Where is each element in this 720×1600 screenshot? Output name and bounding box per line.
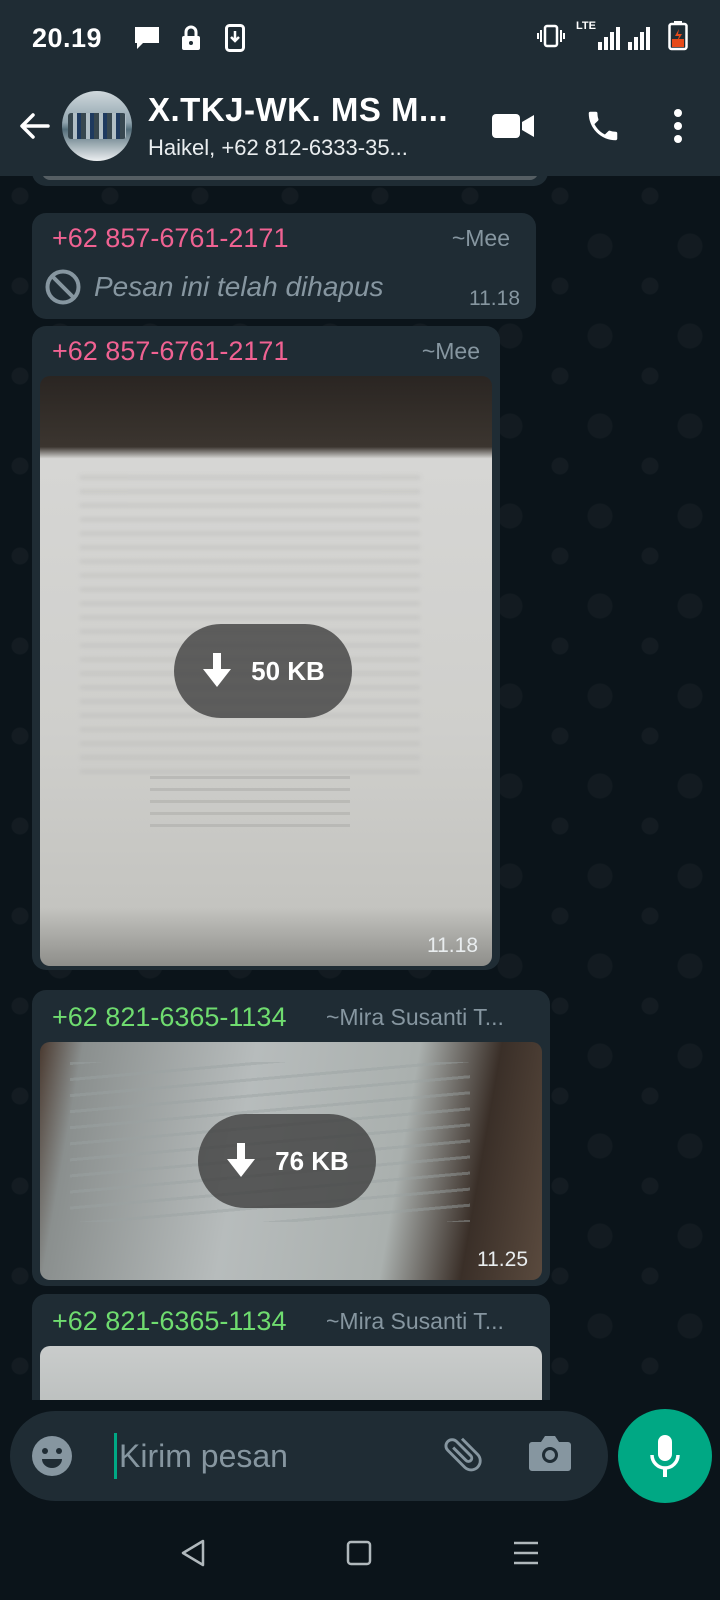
- status-time: 20.19: [32, 22, 103, 53]
- vibrate-icon: [536, 24, 566, 53]
- message-bubble-deleted[interactable]: +62 857-6761-2171 ~Mee Pesan ini telah d…: [32, 213, 536, 319]
- message-alias: ~Mira Susanti T...: [326, 1004, 504, 1030]
- image-thumbnail[interactable]: 76 KB 11.25: [40, 1042, 542, 1280]
- message-bubble-image[interactable]: +62 821-6365-1134 ~Mira Susanti T...: [32, 1294, 550, 1400]
- message-icon: [132, 23, 162, 53]
- nav-back-icon[interactable]: [179, 1538, 207, 1573]
- video-call-icon: [492, 114, 534, 138]
- status-bar: 20.19 LTE: [0, 0, 720, 76]
- deleted-message-text: Pesan ini telah dihapus: [94, 271, 384, 302]
- emoji-icon[interactable]: [30, 1434, 74, 1478]
- chat-header: X.TKJ-WK. MS M... Haikel, +62 812-6333-3…: [0, 76, 720, 176]
- message-alias: ~Mee: [451, 225, 510, 251]
- message-time: 11.25: [477, 1248, 528, 1271]
- message-time: 11.18: [427, 934, 478, 957]
- network-label: LTE: [576, 20, 596, 32]
- image-thumbnail[interactable]: [40, 1346, 542, 1400]
- file-size: 50 KB: [251, 655, 325, 686]
- download-button[interactable]: 50 KB: [174, 624, 352, 718]
- message-bubble-image[interactable]: +62 857-6761-2171 ~Mee 50 KB 11.18: [32, 326, 500, 970]
- group-avatar[interactable]: [62, 91, 132, 161]
- chat-messages[interactable]: +62 857-6761-2171 ~Mee Pesan ini telah d…: [0, 176, 720, 1400]
- mic-icon: [650, 1435, 680, 1477]
- message-alias: ~Mee: [421, 338, 480, 364]
- message-time: 11.18: [469, 287, 520, 310]
- download-icon: [220, 23, 250, 53]
- camera-icon[interactable]: [528, 1433, 572, 1478]
- file-size: 76 KB: [275, 1145, 349, 1176]
- system-nav-bar: [0, 1510, 720, 1600]
- download-button[interactable]: 76 KB: [198, 1114, 376, 1208]
- group-title: X.TKJ-WK. MS M...: [148, 91, 448, 128]
- more-options-button[interactable]: [648, 76, 708, 176]
- back-button[interactable]: [6, 76, 62, 176]
- download-arrow-icon: [203, 653, 232, 687]
- attach-icon[interactable]: [440, 1431, 486, 1482]
- nav-recents-icon[interactable]: [511, 1540, 541, 1571]
- back-arrow-icon: [20, 113, 50, 139]
- message-input[interactable]: Kirim pesan: [119, 1438, 288, 1475]
- video-call-button[interactable]: [468, 76, 558, 176]
- message-sender[interactable]: +62 821-6365-1134: [52, 1002, 286, 1033]
- message-bubble-image[interactable]: +62 821-6365-1134 ~Mira Susanti T... 76 …: [32, 990, 550, 1286]
- lock-icon: [176, 23, 206, 53]
- chat-title-area[interactable]: X.TKJ-WK. MS M... Haikel, +62 812-6333-3…: [148, 91, 448, 161]
- image-thumbnail[interactable]: 50 KB 11.18: [40, 376, 492, 966]
- mic-button[interactable]: [618, 1409, 712, 1503]
- download-arrow-icon: [227, 1143, 256, 1177]
- message-sender[interactable]: +62 857-6761-2171: [52, 223, 288, 254]
- group-members: Haikel, +62 812-6333-35...: [148, 135, 408, 160]
- text-cursor: [114, 1433, 117, 1479]
- voice-call-button[interactable]: [558, 76, 648, 176]
- message-alias: ~Mira Susanti T...: [326, 1308, 504, 1334]
- nav-home-icon[interactable]: [345, 1539, 373, 1572]
- message-sender[interactable]: +62 821-6365-1134: [52, 1306, 286, 1337]
- message-sender[interactable]: +62 857-6761-2171: [52, 336, 288, 367]
- more-vert-icon: [674, 109, 682, 143]
- message-bubble-partial[interactable]: [32, 176, 548, 186]
- signal-icon: LTE: [576, 20, 658, 50]
- blocked-icon: [44, 268, 82, 311]
- message-composer: Kirim pesan: [10, 1411, 608, 1501]
- phone-icon: [588, 111, 618, 141]
- battery-icon: [668, 20, 688, 56]
